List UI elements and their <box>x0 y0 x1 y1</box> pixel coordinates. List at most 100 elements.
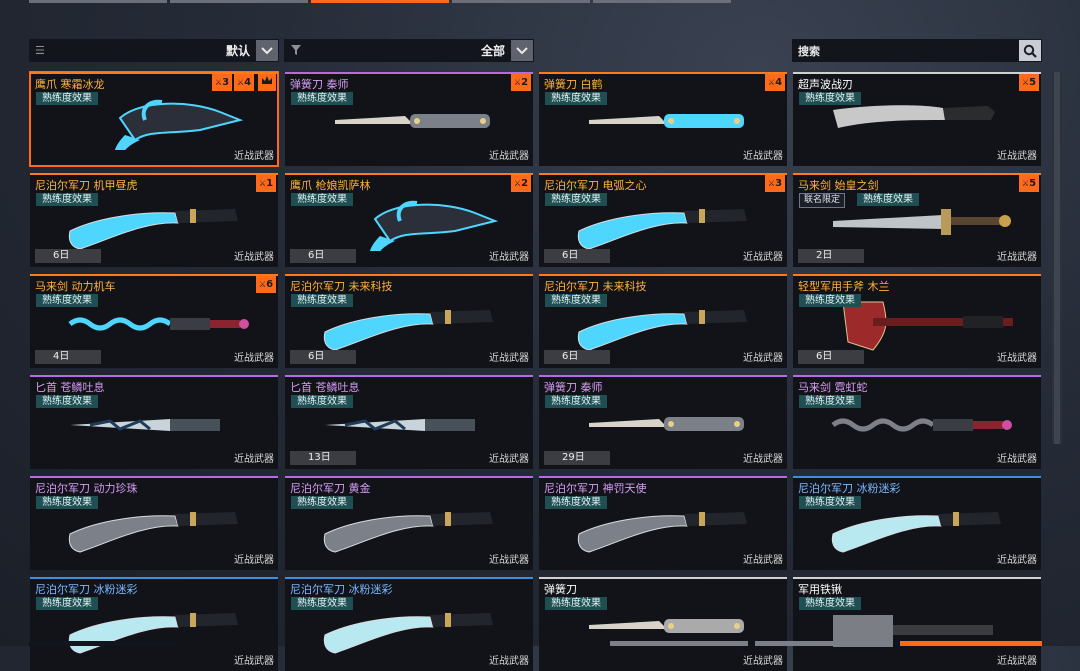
top-tab[interactable] <box>452 0 590 3</box>
weapon-card[interactable]: 马来剑 始皇之剑 联名限定 熟练度效果 2日 近战武器 ⚔5 <box>793 173 1041 267</box>
category-label: 近战武器 <box>489 151 529 162</box>
rarity-accent <box>285 375 533 377</box>
rarity-accent <box>539 375 787 377</box>
weapon-card[interactable]: 超声波战刃 熟练度效果 近战武器 ⚔5 <box>793 72 1041 166</box>
weapon-card[interactable]: 弹簧刀 秦师 熟练度效果 近战武器 ⚔2 <box>285 72 533 166</box>
rarity-accent <box>285 72 533 74</box>
upgrade-level-badge: ⚔2 <box>511 74 531 91</box>
weapon-name: 尼泊尔军刀 电弧之心 <box>544 179 647 192</box>
chevron-down-icon[interactable] <box>511 40 533 61</box>
weapon-name: 轻型军用手斧 木兰 <box>798 280 890 293</box>
upgrade-level-badge: ⚔4 <box>234 74 254 91</box>
weapon-card[interactable]: 军用铁锹 熟练度效果 近战武器 <box>793 577 1041 671</box>
category-label: 近战武器 <box>997 151 1037 162</box>
upgrade-level-badge: ⚔1 <box>256 175 276 192</box>
mastery-effect-badge: 熟练度效果 <box>291 193 353 206</box>
search-icon[interactable] <box>1019 40 1041 61</box>
weapon-card[interactable]: 尼泊尔军刀 未来科技 熟练度效果 6日 近战武器 <box>285 274 533 368</box>
weapon-card[interactable]: 弹簧刀 秦师 熟练度效果 29日 近战武器 <box>539 375 787 469</box>
rarity-accent <box>30 173 278 175</box>
search-placeholder: 搜索 <box>798 45 820 58</box>
rarity-accent <box>30 577 278 579</box>
mastery-effect-badge: 熟练度效果 <box>291 597 353 610</box>
weapon-name: 鹰爪 枪娘凯萨林 <box>290 179 371 192</box>
duration-label: 4日 <box>35 350 101 364</box>
top-tab[interactable] <box>29 0 167 3</box>
category-label: 近战武器 <box>489 656 529 667</box>
weapon-card[interactable]: 尼泊尔军刀 冰粉迷彩 熟练度效果 近战武器 <box>30 577 278 671</box>
rarity-accent <box>285 577 533 579</box>
filter-dropdown[interactable]: 全部 <box>284 39 534 62</box>
weapon-card[interactable]: 尼泊尔军刀 黄金 熟练度效果 近战武器 <box>285 476 533 570</box>
mastery-effect-badge: 熟练度效果 <box>36 496 98 509</box>
weapon-name: 军用铁锹 <box>798 583 842 596</box>
weapon-card[interactable]: 匕首 苍鳞吐息 熟练度效果 13日 近战武器 <box>285 375 533 469</box>
weapon-name: 匕首 苍鳞吐息 <box>290 381 360 394</box>
duration-label: 2日 <box>798 249 864 263</box>
rarity-accent <box>793 577 1041 579</box>
weapon-card[interactable]: 鹰爪 枪娘凯萨林 熟练度效果 6日 近战武器 ⚔2 <box>285 173 533 267</box>
category-label: 近战武器 <box>743 555 783 566</box>
weapon-card[interactable]: 尼泊尔军刀 机甲昼虎 熟练度效果 6日 近战武器 ⚔1 <box>30 173 278 267</box>
weapon-card[interactable]: 匕首 苍鳞吐息 熟练度效果 近战武器 <box>30 375 278 469</box>
upgrade-level-badge: ⚔4 <box>765 74 785 91</box>
weapon-card[interactable]: 尼泊尔军刀 冰粉迷彩 熟练度效果 近战武器 <box>793 476 1041 570</box>
weapon-name: 弹簧刀 白鹤 <box>544 78 603 91</box>
duration-label: 6日 <box>544 249 610 263</box>
upgrade-level-badge: ⚔5 <box>1019 74 1039 91</box>
bottom-button[interactable] <box>610 641 748 646</box>
mastery-effect-badge: 熟练度效果 <box>799 294 861 307</box>
rarity-accent <box>539 173 787 175</box>
upgrade-level-badge: ⚔6 <box>256 276 276 293</box>
weapon-card[interactable]: 尼泊尔军刀 电弧之心 熟练度效果 6日 近战武器 ⚔3 <box>539 173 787 267</box>
weapon-card[interactable]: 弹簧刀 白鹤 熟练度效果近战武器 ⚔4 <box>539 72 787 166</box>
weapon-card[interactable]: 轻型军用手斧 木兰 熟练度效果 6日 近战武器 <box>793 274 1041 368</box>
category-label: 近战武器 <box>234 656 274 667</box>
weapon-card[interactable]: 马来剑 动力机车 熟练度效果 4日 近战武器 ⚔6 <box>30 274 278 368</box>
mastery-effect-badge: 熟练度效果 <box>291 294 353 307</box>
top-tab[interactable] <box>593 0 731 3</box>
top-tab[interactable] <box>311 0 449 3</box>
weapon-card[interactable]: 尼泊尔军刀 冰粉迷彩 熟练度效果 近战武器 <box>285 577 533 671</box>
category-label: 近战武器 <box>743 151 783 162</box>
rarity-accent <box>793 72 1041 74</box>
bottom-button[interactable] <box>755 641 893 646</box>
sort-dropdown[interactable]: ☰ 默认 <box>29 39 279 62</box>
upgrade-level-badge: ⚔3 <box>212 74 232 91</box>
top-tab[interactable] <box>170 0 308 3</box>
collab-limited-badge: 联名限定 <box>799 193 846 208</box>
rarity-accent <box>30 476 278 478</box>
category-label: 近战武器 <box>997 454 1037 465</box>
mastery-effect-badge: 熟练度效果 <box>36 294 98 307</box>
mastery-effect-badge: 熟练度效果 <box>545 395 607 408</box>
weapon-name: 鹰爪 寒霜冰龙 <box>35 78 105 91</box>
weapon-card[interactable]: 弹簧刀 熟练度效果 近战武器 <box>539 577 787 671</box>
category-label: 近战武器 <box>997 555 1037 566</box>
category-label: 近战武器 <box>489 353 529 364</box>
mastery-effect-badge: 熟练度效果 <box>36 395 98 408</box>
bottom-button[interactable] <box>900 641 1042 646</box>
mastery-effect-badge: 熟练度效果 <box>545 496 607 509</box>
mastery-effect-badge: 熟练度效果 <box>545 193 607 206</box>
weapon-card[interactable]: 尼泊尔军刀 未来科技 熟练度效果 6日 近战武器 <box>539 274 787 368</box>
category-label: 近战武器 <box>997 656 1037 667</box>
mastery-effect-badge: 熟练度效果 <box>799 395 861 408</box>
category-label: 近战武器 <box>234 151 274 162</box>
weapon-card[interactable]: 马来剑 霓虹蛇 熟练度效果 近战武器 <box>793 375 1041 469</box>
rarity-accent <box>285 173 533 175</box>
duration-label: 29日 <box>544 451 610 465</box>
mastery-effect-badge: 熟练度效果 <box>545 92 607 105</box>
scrollbar[interactable] <box>1052 72 1062 444</box>
upgrade-level-badge: ⚔2 <box>511 175 531 192</box>
weapon-name: 马来剑 动力机车 <box>35 280 116 293</box>
weapon-card[interactable]: 鹰爪 寒霜冰龙 熟练度效果 近战武器 ⚔4 ⚔3 <box>29 71 279 167</box>
category-label: 近战武器 <box>234 353 274 364</box>
category-label: 近战武器 <box>234 555 274 566</box>
weapon-card[interactable]: 尼泊尔军刀 动力珍珠 熟练度效果 近战武器 <box>30 476 278 570</box>
rarity-accent <box>793 476 1041 478</box>
search-input[interactable]: 搜索 <box>792 39 1042 62</box>
scrollbar-thumb[interactable] <box>1054 72 1060 444</box>
duration-label: 6日 <box>290 249 356 263</box>
chevron-down-icon[interactable] <box>256 40 278 61</box>
weapon-card[interactable]: 尼泊尔军刀 神罚天使 熟练度效果 近战武器 <box>539 476 787 570</box>
